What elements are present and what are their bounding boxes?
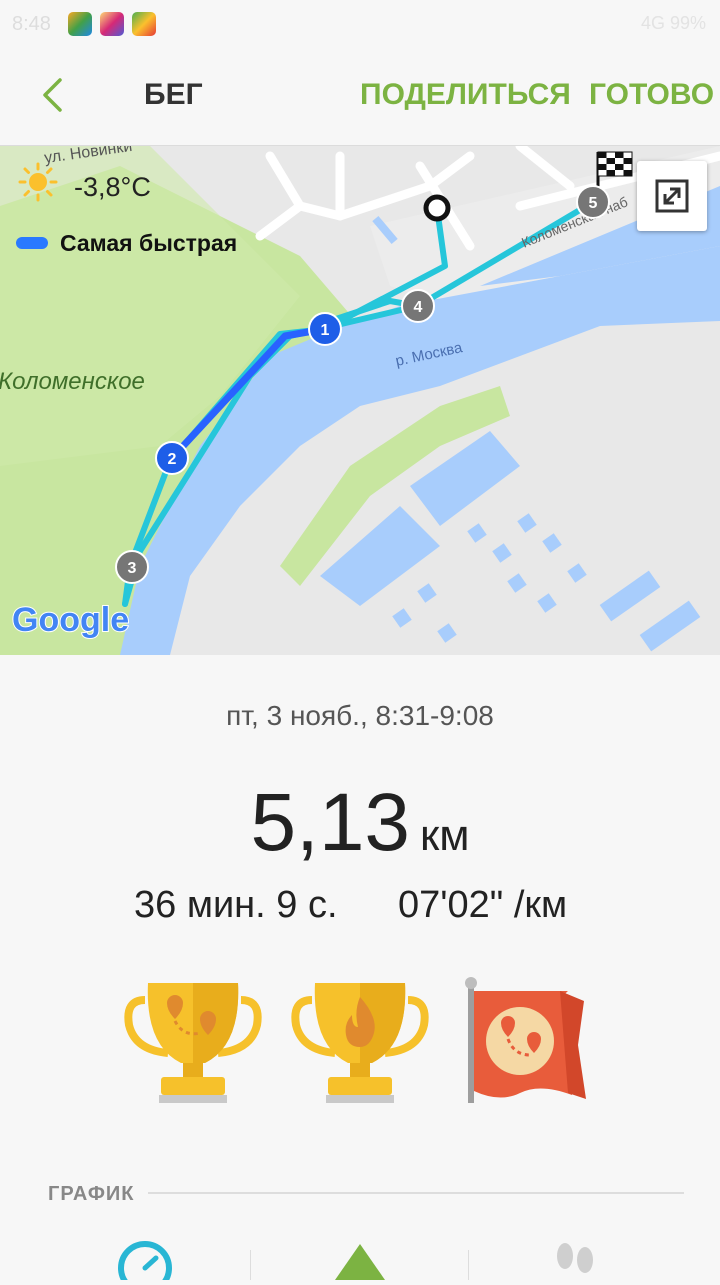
distance-value: 5,13 bbox=[250, 777, 411, 868]
page-title: БЕГ bbox=[144, 78, 203, 111]
distance-unit: км bbox=[420, 811, 470, 860]
instagram-icon bbox=[100, 12, 124, 36]
maps-icon bbox=[132, 12, 156, 36]
trophy-calories-icon[interactable] bbox=[290, 975, 430, 1110]
google-logo-text: Google bbox=[11, 600, 130, 640]
done-button[interactable]: ГОТОВО bbox=[589, 78, 714, 112]
google-attribution: Google bbox=[11, 600, 130, 640]
km-marker-4[interactable]: 4 bbox=[401, 289, 435, 323]
expand-map-button[interactable] bbox=[637, 161, 707, 231]
section-title: ГРАФИК bbox=[48, 1183, 135, 1205]
app-notification-icon bbox=[68, 12, 92, 36]
back-button[interactable] bbox=[30, 70, 80, 120]
elevation-icon[interactable] bbox=[325, 1238, 395, 1280]
legend-swatch bbox=[16, 237, 48, 249]
status-time: 8:48 bbox=[12, 13, 51, 35]
flag-route-icon[interactable] bbox=[460, 975, 600, 1110]
share-button[interactable]: ПОДЕЛИТЬСЯ bbox=[360, 78, 571, 112]
legend-label: Самая быстрая bbox=[60, 230, 238, 256]
map-canvas bbox=[0, 146, 720, 655]
sun-icon bbox=[18, 162, 58, 202]
speed-icon[interactable] bbox=[110, 1238, 180, 1285]
park-label: Коломенское bbox=[0, 368, 145, 395]
chevron-left-icon bbox=[43, 78, 62, 112]
section-divider bbox=[148, 1192, 684, 1194]
km-marker-3[interactable]: 3 bbox=[115, 550, 149, 584]
trophy-route-icon[interactable] bbox=[123, 975, 263, 1110]
steps-icon[interactable] bbox=[540, 1238, 610, 1280]
workout-duration: 36 мин. 9 с. bbox=[134, 884, 338, 926]
tab-divider bbox=[250, 1250, 251, 1280]
tab-divider bbox=[468, 1250, 469, 1280]
temperature: -3,8°C bbox=[74, 172, 151, 202]
expand-icon bbox=[655, 179, 689, 213]
app-header: БЕГ ПОДЕЛИТЬСЯ ГОТОВО bbox=[0, 48, 720, 144]
status-bar: 8:48 4G 99% bbox=[0, 0, 720, 48]
workout-pace: 07'02" /км bbox=[398, 884, 568, 926]
km-marker-1[interactable]: 1 bbox=[308, 312, 342, 346]
km-marker-2[interactable]: 2 bbox=[155, 441, 189, 475]
route-map[interactable]: ул. Новинки Коломенское р. Москва Коломе… bbox=[0, 145, 720, 655]
workout-date: пт, 3 нояб., 8:31-9:08 bbox=[226, 700, 494, 731]
status-indicators: 4G 99% bbox=[640, 13, 706, 33]
workout-distance: 5,13 км bbox=[0, 776, 720, 870]
km-marker-5[interactable]: 5 bbox=[576, 185, 610, 219]
